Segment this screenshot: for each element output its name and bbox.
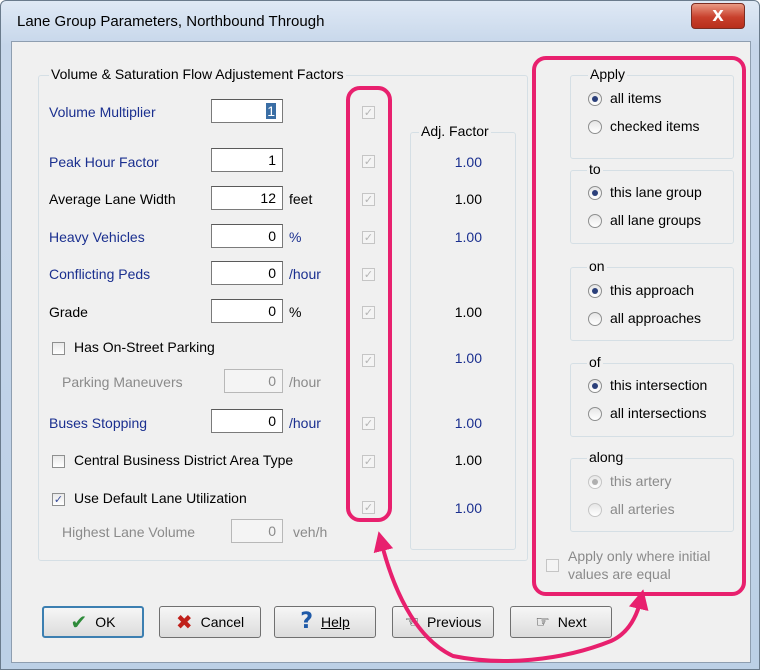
- ok-button-label: OK: [95, 614, 116, 630]
- average-lane-width-adj: 1.00: [454, 191, 482, 207]
- parking-maneuvers-input[interactable]: 0: [224, 369, 283, 393]
- dialog-client-area: Volume & Saturation Flow Adjustement Fac…: [11, 41, 751, 663]
- previous-button[interactable]: ☜ Previous: [392, 606, 494, 638]
- average-lane-width-label: Average Lane Width: [49, 191, 176, 207]
- dialog-window: Lane Group Parameters, Northbound Throug…: [0, 0, 760, 670]
- conflicting-peds-label: Conflicting Peds: [49, 266, 151, 282]
- next-button-label: Next: [557, 614, 587, 630]
- buses-stopping-label: Buses Stopping: [49, 415, 148, 431]
- apply-checkbox-column-highlight: [346, 86, 392, 522]
- default-lane-utilization-label: Use Default Lane Utilization: [74, 490, 247, 506]
- ok-button[interactable]: ✔ OK: [42, 606, 144, 638]
- average-lane-width-unit: feet: [289, 191, 313, 207]
- factors-group-label: Volume & Saturation Flow Adjustement Fac…: [49, 66, 346, 82]
- cbd-area-type-checkbox[interactable]: [52, 455, 65, 468]
- cbd-area-type-label: Central Business District Area Type: [74, 452, 294, 468]
- peak-hour-factor-label: Peak Hour Factor: [49, 154, 159, 170]
- title-bar[interactable]: Lane Group Parameters, Northbound Throug…: [1, 1, 759, 41]
- cancel-button[interactable]: ✖ Cancel: [159, 606, 261, 638]
- on-street-parking-adj: 1.00: [454, 350, 482, 366]
- help-button[interactable]: ? Help: [274, 606, 376, 638]
- pointing-right-icon: ☞: [535, 612, 550, 631]
- heavy-vehicles-unit: %: [289, 229, 302, 245]
- buses-stopping-unit: /hour: [289, 415, 321, 431]
- question-mark-icon: ?: [300, 609, 313, 634]
- highest-lane-volume-input[interactable]: 0: [231, 519, 283, 543]
- peak-hour-factor-input[interactable]: 1: [211, 148, 283, 172]
- window-title: Lane Group Parameters, Northbound Throug…: [17, 13, 325, 30]
- grade-unit: %: [289, 304, 302, 320]
- default-lane-utilization-adj: 1.00: [454, 500, 482, 516]
- grade-label: Grade: [49, 304, 88, 320]
- conflicting-peds-unit: /hour: [289, 266, 321, 282]
- help-button-label: Help: [320, 614, 350, 630]
- parking-maneuvers-unit: /hour: [289, 374, 321, 390]
- peak-hour-factor-adj: 1.00: [454, 154, 482, 170]
- heavy-vehicles-input[interactable]: 0: [211, 224, 283, 248]
- on-street-parking-label: Has On-Street Parking: [74, 339, 215, 355]
- apply-panel-highlight: [532, 56, 746, 596]
- x-icon: ✖: [175, 610, 193, 634]
- default-lane-utilization-checkbox[interactable]: [52, 493, 65, 506]
- average-lane-width-input[interactable]: 12: [211, 186, 283, 210]
- cbd-area-type-adj: 1.00: [454, 452, 482, 468]
- grade-input[interactable]: 0: [211, 299, 283, 323]
- cancel-button-label: Cancel: [200, 614, 245, 630]
- checkmark-icon: ✔: [70, 610, 88, 634]
- volume-multiplier-value: 1: [266, 103, 276, 119]
- on-street-parking-checkbox[interactable]: [52, 342, 65, 355]
- close-icon: X: [712, 7, 724, 25]
- close-button[interactable]: X: [691, 3, 745, 29]
- highest-lane-volume-label: Highest Lane Volume: [62, 524, 196, 540]
- buses-stopping-adj: 1.00: [454, 415, 482, 431]
- buses-stopping-input[interactable]: 0: [211, 409, 283, 433]
- highest-lane-volume-unit: veh/h: [293, 524, 328, 540]
- previous-button-label: Previous: [426, 614, 482, 630]
- pointing-left-icon: ☜: [404, 612, 419, 631]
- volume-multiplier-label: Volume Multiplier: [49, 104, 156, 120]
- heavy-vehicles-label: Heavy Vehicles: [49, 229, 145, 245]
- heavy-vehicles-adj: 1.00: [454, 229, 482, 245]
- next-button[interactable]: ☞ Next: [510, 606, 612, 638]
- parking-maneuvers-label: Parking Maneuvers: [62, 374, 183, 390]
- adj-factor-header: Adj. Factor: [419, 123, 491, 139]
- conflicting-peds-input[interactable]: 0: [211, 261, 283, 285]
- volume-multiplier-input[interactable]: 1: [211, 99, 283, 123]
- grade-adj: 1.00: [454, 304, 482, 320]
